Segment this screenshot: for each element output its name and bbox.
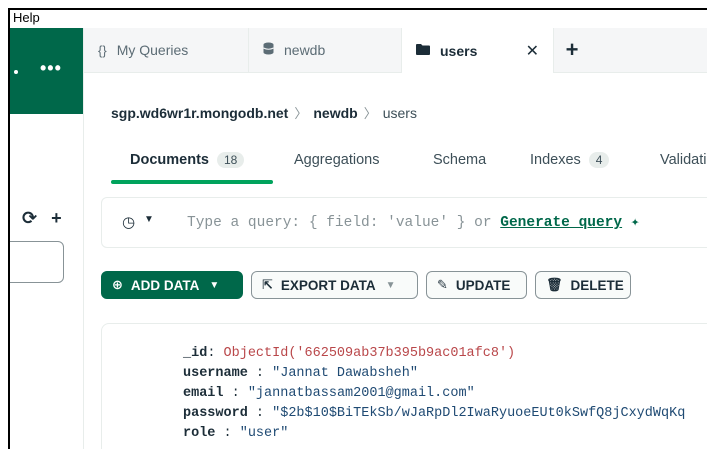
delete-label: DELETE: [570, 277, 624, 293]
field-value: "Jannat Dawabsheh": [272, 366, 418, 381]
breadcrumb-host[interactable]: sgp.wd6wr1r.mongodb.net: [111, 105, 288, 121]
tab-my-queries[interactable]: {} My Queries: [84, 28, 249, 72]
indexes-count-badge: 4: [588, 152, 610, 168]
tab-indexes[interactable]: Indexes 4: [530, 138, 610, 182]
documents-count-badge: 18: [216, 152, 245, 168]
plus-circle-icon: ⊕: [112, 277, 123, 292]
sidebar-actions: ⟳ +: [22, 208, 62, 229]
tab-indexes-label: Indexes: [530, 152, 581, 168]
caret-down-icon[interactable]: ▼: [144, 214, 154, 225]
field-role: role : "user": [183, 426, 289, 441]
field-key: _id: [183, 346, 208, 361]
connection-dot-icon: [14, 70, 18, 74]
query-input[interactable]: Type a query: { field: 'value' } or Gene…: [187, 214, 640, 231]
export-data-label: EXPORT DATA: [280, 277, 376, 293]
breadcrumb: sgp.wd6wr1r.mongodb.net 〉 newdb 〉 users: [111, 103, 417, 122]
clock-icon[interactable]: ◷: [122, 213, 135, 231]
field-value: "jannatbassam2001@gmail.com": [247, 386, 475, 401]
pencil-icon: ✎: [437, 277, 448, 292]
breadcrumb-collection: users: [382, 104, 417, 121]
sidebar-search-input[interactable]: [10, 241, 64, 283]
tab-aggregations[interactable]: Aggregations: [294, 138, 379, 182]
app-window: Help ••• ⟳ + {} My Queries newdb users ✕…: [8, 8, 707, 449]
export-data-button[interactable]: ⇱ EXPORT DATA ▼: [251, 271, 418, 299]
generate-query-link[interactable]: Generate query: [500, 215, 622, 231]
tab-label: newdb: [284, 42, 326, 58]
tab-label: My Queries: [116, 42, 189, 58]
field-value: "user": [239, 426, 289, 441]
chevron-right-icon: 〉: [363, 106, 377, 121]
ellipsis-icon[interactable]: •••: [40, 58, 62, 79]
add-data-label: ADD DATA: [130, 277, 200, 293]
caret-down-icon: ▼: [209, 279, 220, 291]
field-id: _id: ObjectId('662509ab37b395b9ac01afc8'…: [183, 346, 516, 361]
plus-icon[interactable]: +: [51, 208, 62, 229]
chevron-right-icon: 〉: [294, 106, 308, 121]
update-button[interactable]: ✎ UPDATE: [426, 271, 527, 299]
sidebar: ••• ⟳ +: [10, 28, 84, 449]
field-value: ObjectId('662509ab37b395b9ac01afc8'): [223, 346, 516, 361]
tab-label: users: [440, 42, 478, 59]
export-icon: ⇱: [262, 277, 273, 292]
field-key: password: [183, 406, 248, 421]
field-key: username: [183, 366, 248, 381]
field-username: username : "Jannat Dawabsheh": [183, 366, 418, 381]
tab-documents-label: Documents: [130, 152, 209, 168]
menu-bar: Help: [10, 10, 707, 29]
braces-icon: {}: [98, 42, 107, 58]
tab-schema-label: Schema: [433, 152, 487, 168]
tab-aggregations-label: Aggregations: [294, 152, 380, 168]
delete-button[interactable]: 🗑 DELETE: [535, 271, 631, 299]
close-icon[interactable]: ✕: [526, 41, 539, 61]
add-data-button[interactable]: ⊕ ADD DATA ▼: [101, 271, 243, 299]
folder-icon: [416, 43, 430, 58]
field-key: email: [183, 386, 224, 401]
active-tab-indicator: [111, 180, 273, 184]
tab-documents[interactable]: Documents 18: [130, 138, 245, 182]
documents-toolbar: ⊕ ADD DATA ▼ ⇱ EXPORT DATA ▼ ✎ UPDATE 🗑 …: [101, 271, 631, 301]
collection-subtabs: Documents 18 Aggregations Schema Indexes…: [111, 138, 707, 184]
document-card[interactable]: _id: ObjectId('662509ab37b395b9ac01afc8'…: [101, 323, 707, 449]
tab-users[interactable]: users ✕: [402, 28, 554, 73]
field-password: password : "$2b$10$BiTEkSb/wJaRpDl2IwaRy…: [183, 406, 686, 421]
add-tab-button[interactable]: +: [554, 28, 590, 72]
tab-newdb[interactable]: newdb: [249, 28, 402, 72]
sidebar-header: •••: [10, 28, 83, 114]
field-email: email : "jannatbassam2001@gmail.com": [183, 386, 475, 401]
tab-schema[interactable]: Schema: [433, 138, 486, 182]
field-value: "$2b$10$BiTEkSb/wJaRpDl2IwaRyuoeEUt0kSwf…: [272, 406, 686, 421]
tab-validation[interactable]: Validati: [660, 138, 706, 182]
query-bar[interactable]: ◷ ▼ Type a query: { field: 'value' } or …: [101, 197, 707, 248]
query-placeholder: Type a query: { field: 'value' } or: [187, 215, 501, 231]
caret-down-icon: ▼: [385, 279, 396, 291]
trash-icon: 🗑: [546, 277, 563, 292]
database-icon: [263, 42, 274, 58]
breadcrumb-db[interactable]: newdb: [313, 105, 357, 121]
menu-help[interactable]: Help: [13, 10, 40, 25]
field-key: role: [183, 426, 216, 441]
workspace-tabs: {} My Queries newdb users ✕ +: [84, 28, 707, 73]
sparkle-icon: ✦: [630, 215, 640, 231]
update-label: UPDATE: [455, 277, 511, 293]
refresh-icon[interactable]: ⟳: [22, 208, 37, 229]
tab-validation-label: Validati: [660, 152, 707, 168]
